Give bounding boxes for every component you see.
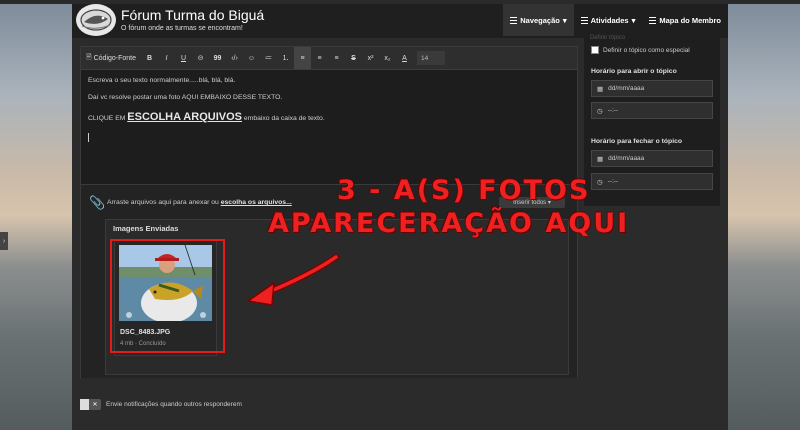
editor-line: CLIQUE EM ESCOLHA ARQUIVOS embaixo da ca… (88, 111, 568, 123)
caret-down-icon: ▾ (562, 15, 567, 25)
text-color-button[interactable]: A (396, 47, 413, 69)
underline-button[interactable]: U (175, 47, 192, 69)
emoji-button[interactable]: ☺ (243, 47, 260, 69)
source-code-button[interactable]: 🗎 Código-Fonte (81, 47, 141, 69)
code-button[interactable]: ‹/› (226, 47, 243, 69)
editor-text-area[interactable]: Escreva o seu texto normalmente.....blá,… (88, 77, 568, 142)
close-date-input[interactable]: ▦ dd/mm/aaaa (591, 150, 713, 167)
drop-text: Arraste arquivos aqui para anexar ou (107, 199, 221, 206)
quote-button[interactable]: 99 (209, 47, 226, 69)
site-subtitle: O fórum onde as turmas se encontram! (121, 25, 243, 32)
clock-icon: ◷ (597, 107, 603, 115)
align-center-button[interactable]: ≡ (311, 47, 328, 69)
close-time-input[interactable]: ◷ --:-- (591, 173, 713, 190)
toggle-knob (80, 399, 89, 410)
close-icon: ✕ (92, 402, 98, 408)
text-cursor (88, 133, 89, 142)
editor-line: Escreva o seu texto normalmente.....blá,… (88, 77, 236, 84)
align-left-button[interactable]: ≡ (294, 47, 311, 69)
fish-logo-icon (80, 9, 112, 31)
open-time-label: Horário para abrir o tópico (591, 68, 677, 75)
font-size-value: 14 (421, 54, 429, 62)
editor-line: Daí vc resolve postar uma foto AQUI EMBA… (88, 94, 283, 101)
menu-icon (649, 16, 657, 24)
site-title[interactable]: Fórum Turma do Biguá (121, 7, 264, 23)
checkbox-icon[interactable] (591, 46, 599, 54)
source-code-label: Código-Fonte (93, 54, 137, 62)
special-topic-checkbox[interactable]: Definir o tópico como especial (591, 46, 690, 54)
annotation-line-1: 3 - A(S) FOTOS (337, 175, 591, 206)
nav-navegacao[interactable]: Navegação ▾ (503, 4, 574, 36)
nav-label: Atividades (590, 15, 629, 25)
time-placeholder: --:-- (607, 107, 619, 114)
menu-icon (580, 16, 588, 24)
source-code-icon: 🗎 (85, 53, 92, 61)
time-placeholder: --:-- (607, 178, 619, 185)
notify-option: ✕ Envie notificações quando outros respo… (80, 399, 242, 410)
align-right-button[interactable]: ≡ (328, 47, 345, 69)
strikethrough-button[interactable]: S (345, 47, 362, 69)
nav-mapa-do-membro[interactable]: Mapa do Membro (642, 4, 728, 36)
open-time-input[interactable]: ◷ --:-- (591, 102, 713, 119)
date-placeholder: dd/mm/aaaa (608, 155, 645, 162)
editor-text: embaixo da caixa de texto. (241, 115, 325, 122)
topic-options-sidebar: Definir tópico Definir o tópico como esp… (584, 35, 720, 206)
drop-instructions: Arraste arquivos aqui para anexar ou esc… (107, 199, 292, 206)
sidebar-faded-title: Definir tópico (590, 35, 626, 41)
bullet-list-button[interactable]: ≔ (260, 47, 277, 69)
nav-label: Mapa do Membro (659, 15, 721, 25)
notify-toggle[interactable]: ✕ (80, 399, 101, 410)
calendar-icon: ▦ (597, 85, 604, 93)
editor-highlight: ESCOLHA ARQUIVOS (127, 111, 242, 123)
uploaded-images-title: Imagens Enviadas (113, 224, 179, 233)
paperclip-icon: 📎 (89, 195, 106, 210)
bold-button[interactable]: B (141, 47, 158, 69)
editor-text: CLIQUE EM (88, 115, 128, 122)
nav-atividades[interactable]: Atividades ▾ (574, 4, 643, 36)
notify-label: Envie notificações quando outros respond… (106, 401, 242, 408)
superscript-button[interactable]: x² (362, 47, 379, 69)
link-button[interactable]: ⊝ (192, 47, 209, 69)
chevron-right-icon[interactable]: › (0, 232, 8, 250)
italic-button[interactable]: I (158, 47, 175, 69)
subscript-button[interactable]: x₂ (379, 47, 396, 69)
site-logo[interactable] (76, 4, 116, 36)
red-arrow-icon (246, 254, 339, 306)
special-topic-label: Definir o tópico como especial (603, 46, 690, 54)
main-nav: Navegação ▾ Atividades ▾ Mapa do Membro (503, 4, 728, 36)
menu-icon (510, 16, 518, 24)
numbered-list-button[interactable]: ⒈ (277, 47, 294, 69)
editor-toolbar: 🗎 Código-Fonte B I U ⊝ 99 ‹/› ☺ ≔ ⒈ ≡ ≡ … (81, 47, 577, 70)
close-time-label: Horário para fechar o tópico (591, 138, 683, 145)
calendar-icon: ▦ (597, 155, 604, 163)
annotation-line-2: APARECERAÇÃO AQUI (268, 208, 630, 239)
choose-files-link[interactable]: escolha os arquivos... (221, 199, 292, 206)
nav-label: Navegação (520, 15, 560, 25)
font-size-select[interactable]: 14 (417, 51, 445, 65)
caret-down-icon: ▾ (631, 15, 636, 25)
site-header: Fórum Turma do Biguá O fórum onde as tur… (72, 4, 728, 39)
open-date-input[interactable]: ▦ dd/mm/aaaa (591, 80, 713, 97)
clock-icon: ◷ (597, 178, 603, 186)
highlight-box (110, 239, 225, 353)
date-placeholder: dd/mm/aaaa (608, 85, 645, 92)
